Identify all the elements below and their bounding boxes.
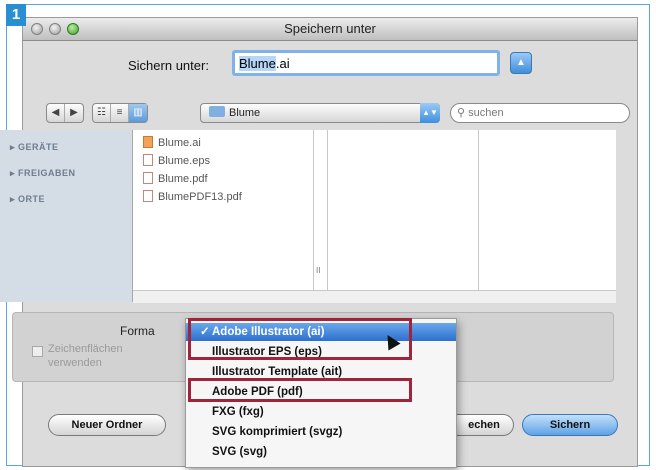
menu-item-fxg[interactable]: FXG (fxg) <box>186 403 456 421</box>
file-item[interactable]: BlumePDF13.pdf <box>143 190 242 203</box>
filename-input[interactable]: Blume.ai <box>232 50 500 76</box>
view-mode-buttons: ☷ ≡ ▥ <box>92 103 148 123</box>
window-title: Speichern unter <box>284 21 376 36</box>
preview-column <box>479 130 616 290</box>
file-name: BlumePDF13.pdf <box>158 191 242 203</box>
column-view-button[interactable]: ▥ <box>129 104 147 122</box>
artboards-checkbox[interactable] <box>32 346 43 357</box>
file-name: Blume.pdf <box>158 173 208 185</box>
expand-dialog-button[interactable]: ▲ <box>510 52 532 74</box>
empty-column <box>328 130 479 290</box>
filename-selected: Blume <box>239 56 276 71</box>
forward-button[interactable]: ▶ <box>65 104 83 122</box>
column-resize-handle[interactable]: II <box>316 266 320 275</box>
icon-view-button[interactable]: ☷ <box>93 104 111 122</box>
format-label: Forma <box>120 324 155 338</box>
column-divider[interactable]: II <box>314 130 328 290</box>
file-item[interactable]: Blume.ai <box>143 136 201 149</box>
search-field[interactable]: ⚲ suchen <box>450 103 630 123</box>
search-placeholder: suchen <box>468 107 504 119</box>
horizontal-scrollbar[interactable] <box>133 290 616 303</box>
highlight-box-pdf <box>188 378 412 402</box>
menu-item-svg[interactable]: SVG (svg) <box>186 443 456 461</box>
filename-extension: .ai <box>275 56 290 71</box>
save-as-label: Sichern unter: <box>128 58 209 73</box>
back-button[interactable]: ◀ <box>47 104 65 122</box>
file-name: Blume.eps <box>158 155 210 167</box>
list-view-button[interactable]: ≡ <box>111 104 129 122</box>
sidebar-item-places[interactable]: ▸ ORTE <box>10 194 45 205</box>
menu-item-svgz[interactable]: SVG komprimiert (svgz) <box>186 423 456 441</box>
location-popup[interactable]: Blume ▲▼ <box>200 103 440 123</box>
highlight-box-ai-eps <box>188 318 412 360</box>
search-icon: ⚲ <box>457 107 466 119</box>
file-item[interactable]: Blume.eps <box>143 154 210 167</box>
location-label: Blume <box>229 107 261 119</box>
title-bar: Speichern unter <box>23 18 637 41</box>
sidebar: ▸ GERÄTE ▸ FREIGABEN ▸ ORTE <box>0 130 133 302</box>
artboards-checkbox-label: Zeichenflächen verwenden <box>48 343 123 369</box>
new-folder-button[interactable]: Neuer Ordner <box>48 414 166 436</box>
save-button[interactable]: Sichern <box>522 414 618 436</box>
history-buttons: ◀ ▶ <box>46 103 84 123</box>
step-badge: 1 <box>6 4 26 26</box>
file-column: Blume.ai Blume.eps Blume.pdf BlumePDF13.… <box>133 130 314 290</box>
sidebar-item-shared[interactable]: ▸ FREIGABEN <box>10 168 76 179</box>
pdf-file-icon <box>143 172 153 184</box>
file-item[interactable]: Blume.pdf <box>143 172 208 185</box>
illustrator-file-icon <box>143 136 153 148</box>
document-icon <box>143 154 153 166</box>
popup-arrows-icon: ▲▼ <box>420 103 440 123</box>
sidebar-item-devices[interactable]: ▸ GERÄTE <box>10 142 59 153</box>
pdf-file-icon <box>143 190 153 202</box>
chevron-up-icon: ▲ <box>516 57 526 68</box>
file-name: Blume.ai <box>158 137 201 149</box>
folder-icon <box>209 106 225 117</box>
